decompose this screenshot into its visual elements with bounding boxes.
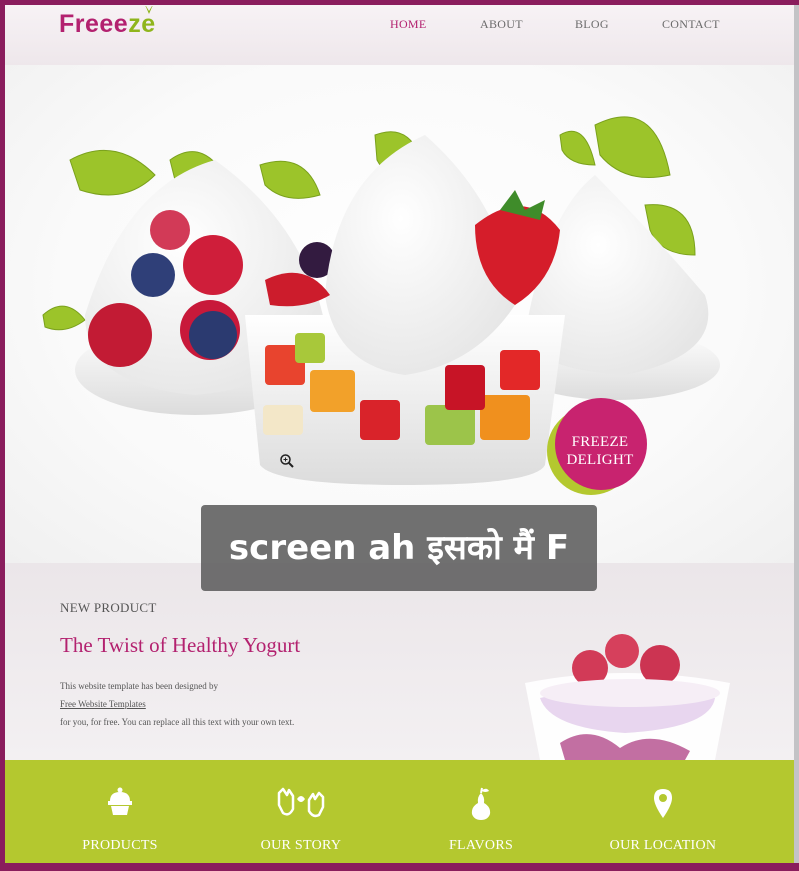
bottom-strip bbox=[0, 863, 799, 871]
pear-icon bbox=[471, 787, 491, 820]
hero-frozen-yogurt-image bbox=[42, 116, 720, 485]
website-page: Freeeze HOME ABOUT BLOG CONTACT FREEZE D… bbox=[5, 5, 794, 863]
hands-icon bbox=[277, 787, 325, 818]
feature-our-location-label: OUR LOCATION bbox=[609, 838, 717, 853]
nav-contact[interactable]: CONTACT bbox=[662, 17, 720, 32]
video-caption: screen ah इसको मैं F bbox=[201, 505, 597, 591]
feature-our-story[interactable]: OUR STORY bbox=[216, 760, 386, 863]
nav-about[interactable]: ABOUT bbox=[480, 17, 523, 32]
badge-line1: FREEZE bbox=[571, 434, 629, 450]
feature-products-label: PRODUCTS bbox=[82, 838, 158, 853]
badge-text: FREEZE DELIGHT bbox=[550, 433, 650, 469]
zoom-in-icon[interactable] bbox=[280, 454, 294, 468]
product-title: The Twist of Healthy Yogurt bbox=[60, 633, 301, 657]
nav-home[interactable]: HOME bbox=[390, 17, 427, 32]
logo-text-part1: Freee bbox=[59, 10, 129, 38]
badge-line2: DELIGHT bbox=[566, 452, 634, 468]
features-bar: PRODUCTS OUR STORY FLAVORS OUR LOCATION bbox=[5, 760, 794, 863]
product-description-line3: for you, for free. You can replace all t… bbox=[60, 717, 295, 727]
logo-leaf-icon bbox=[145, 6, 153, 14]
feature-flavors[interactable]: FLAVORS bbox=[396, 760, 566, 863]
map-pin-icon bbox=[654, 789, 672, 818]
new-product-label: NEW PRODUCT bbox=[60, 600, 157, 615]
feature-products[interactable]: PRODUCTS bbox=[35, 760, 205, 863]
nav-blog[interactable]: BLOG bbox=[575, 17, 609, 32]
new-product-section: NEW PRODUCT The Twist of Healthy Yogurt … bbox=[5, 563, 794, 760]
feature-our-location[interactable]: OUR LOCATION bbox=[578, 760, 748, 863]
site-logo[interactable]: Freeeze bbox=[59, 6, 156, 39]
feature-flavors-label: FLAVORS bbox=[448, 838, 514, 853]
hero-banner: FREEZE DELIGHT bbox=[5, 65, 794, 563]
feature-our-story-label: OUR STORY bbox=[260, 838, 342, 853]
yogurt-cup-image bbox=[525, 634, 730, 760]
logo-text-part2: ze bbox=[128, 10, 156, 38]
site-header: Freeeze HOME ABOUT BLOG CONTACT bbox=[5, 5, 794, 65]
cupcake-icon bbox=[108, 787, 132, 815]
templates-link[interactable]: Free Website Templates bbox=[60, 699, 146, 709]
product-description-line1: This website template has been designed … bbox=[60, 681, 218, 691]
